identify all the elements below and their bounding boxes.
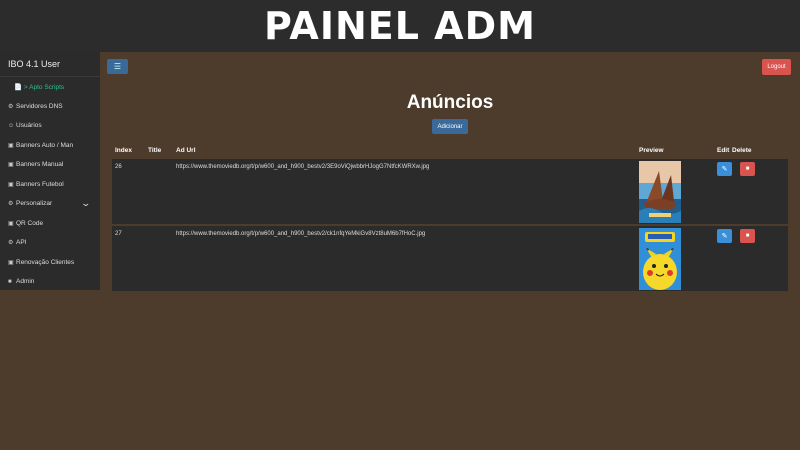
user-icon: ☺	[8, 122, 15, 129]
sidebar-item-qr-code[interactable]: ▣ QR Code	[0, 214, 100, 234]
table-row: 27 https://www.themoviedb.org/t/p/w600_a…	[112, 226, 788, 291]
sidebar-item-label: Usuários	[16, 122, 42, 130]
sidebar-item-label: API	[16, 239, 27, 247]
column-header-preview: Preview	[639, 147, 664, 154]
row-ad-url: https://www.themoviedb.org/t/p/w600_and_…	[176, 231, 426, 237]
sidebar-item-renovacao-clientes[interactable]: ▣ Renovação Clientes	[0, 253, 100, 273]
sidebar-item-label: QR Code	[16, 219, 44, 227]
logout-button[interactable]: Logout	[762, 59, 791, 75]
sidebar-item-label: Banners Auto / Man	[16, 141, 74, 149]
top-banner: PAINEL ADM	[0, 0, 800, 52]
menu-icon: ☰	[113, 62, 122, 71]
sidebar-item-label: Banners Futebol	[16, 180, 64, 188]
sidebar: IBO 4.1 User 📄 > Apto Scripts ⚙ Servidor…	[0, 52, 100, 290]
image-icon: ▣	[8, 181, 14, 188]
sidebar-item-usuarios[interactable]: ☺ Usuários	[0, 116, 100, 136]
page-title: Anúncios	[406, 92, 494, 113]
edit-button[interactable]: ✎	[717, 229, 732, 243]
delete-button[interactable]: ■	[740, 162, 755, 176]
sidebar-item-label: Banners Manual	[16, 161, 64, 169]
image-icon: ▣	[8, 142, 14, 149]
banner-title: PAINEL ADM	[264, 4, 536, 48]
table-header: Index Title Ad Url Preview Edit Delete	[112, 145, 788, 157]
add-button[interactable]: Adicionar	[432, 119, 468, 134]
gears-icon: ⚙	[8, 240, 14, 247]
sidebar-item-api[interactable]: ⚙ API	[0, 233, 100, 253]
row-index: 26	[115, 164, 122, 170]
sidebar-item-label: Admin	[16, 278, 35, 286]
image-icon: ▣	[8, 259, 14, 266]
edit-button[interactable]: ✎	[717, 162, 732, 176]
column-header-title: Title	[148, 147, 162, 154]
trash-icon: ■	[745, 166, 750, 172]
preview-image	[639, 161, 681, 223]
sidebar-item-apto-scripts[interactable]: 📄 > Apto Scripts	[0, 77, 100, 97]
edit-icon: ✎	[721, 166, 728, 173]
sidebar-item-servidores-dns[interactable]: ⚙ Servidores DNS	[0, 97, 100, 117]
sidebar-item-label: Renovação Clientes	[16, 258, 75, 266]
edit-icon: ✎	[721, 233, 728, 240]
row-ad-url: https://www.themoviedb.org/t/p/w600_and_…	[176, 164, 430, 170]
menu-toggle-button[interactable]: ☰	[107, 59, 128, 74]
column-header-ad-url: Ad Url	[176, 147, 196, 154]
sidebar-item-personalizar[interactable]: ⚙ Personalizar ⌄	[0, 194, 100, 214]
column-header-edit: Edit	[717, 147, 730, 154]
row-index: 27	[115, 231, 122, 237]
sidebar-item-label: 📄 > Apto Scripts	[14, 83, 65, 91]
sidebar-item-banners-manual[interactable]: ▣ Banners Manual	[0, 155, 100, 175]
preview-image	[639, 228, 681, 290]
gears-icon: ⚙	[8, 103, 14, 110]
gears-icon: ⚙	[8, 201, 14, 208]
lock-icon: ■	[8, 278, 12, 285]
sidebar-item-label: Personalizar	[16, 200, 53, 208]
sidebar-item-admin[interactable]: ■ Admin	[0, 272, 100, 292]
sidebar-item-banners-auto-man[interactable]: ▣ Banners Auto / Man	[0, 136, 100, 156]
qrcode-icon: ▣	[8, 220, 14, 227]
trash-icon: ■	[745, 233, 750, 239]
chevron-down-icon[interactable]: ⌄	[81, 198, 92, 209]
sidebar-item-banners-futebol[interactable]: ▣ Banners Futebol	[0, 175, 100, 195]
delete-button[interactable]: ■	[740, 229, 755, 243]
column-header-delete: Delete	[732, 147, 752, 154]
column-header-index: Index	[115, 147, 132, 154]
image-icon: ▣	[8, 162, 14, 169]
sidebar-item-label: Servidores DNS	[16, 102, 63, 110]
sidebar-brand[interactable]: IBO 4.1 User	[0, 52, 100, 77]
table-row: 26 https://www.themoviedb.org/t/p/w600_a…	[112, 159, 788, 224]
